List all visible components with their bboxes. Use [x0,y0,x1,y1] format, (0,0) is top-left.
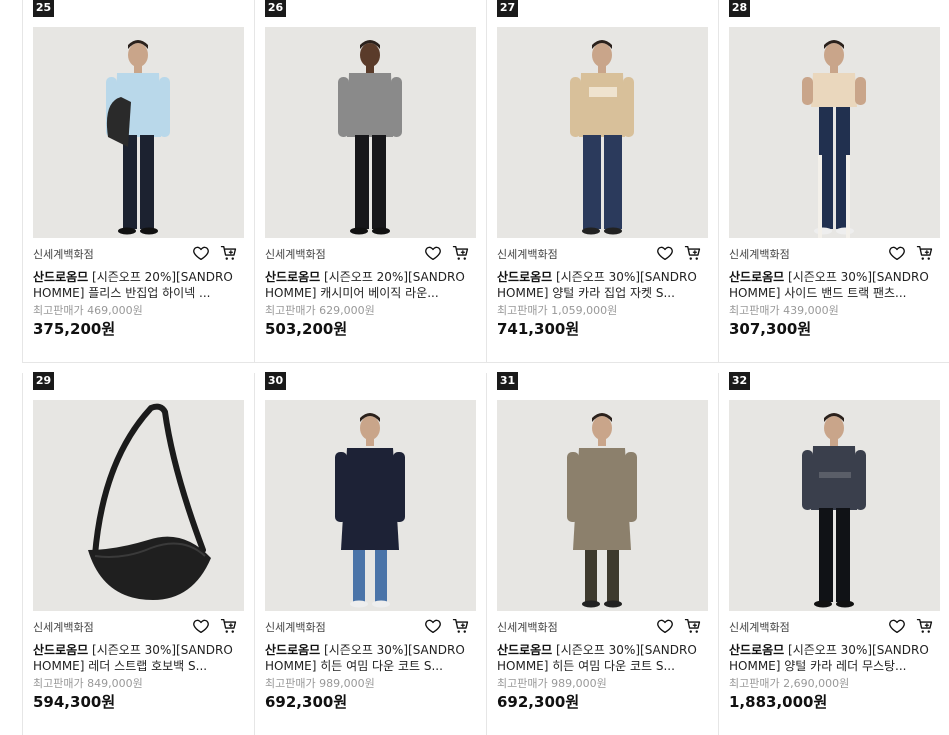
product-card[interactable]: 26 신세계백화점산드로옴므 [시즌오프 20%][SANDRO HOMME] 캐… [254,0,486,363]
store-name: 신세계백화점 [265,248,326,261]
original-price: 최고판매가 629,000원 [265,304,375,317]
product-title[interactable]: 산드로옴므 [시즌오프 30%][SANDRO HOMME] 양털 카라 레더 … [729,642,929,674]
original-price: 최고판매가 989,000원 [265,677,375,690]
cart-icon[interactable] [684,244,702,262]
product-image[interactable] [265,400,476,611]
rank-badge: 32 [729,372,750,390]
brand-name: 산드로옴므 [729,270,785,284]
product-card[interactable]: 25 신세계백화점산드로옴므 [시즌오프 20%][SANDRO HOMME] 플… [22,0,254,363]
rank-badge: 28 [729,0,750,17]
store-name: 신세계백화점 [729,248,790,261]
product-grid: 25 신세계백화점 산드로옴므 [시즌오프 20%][SANDRO HOMME] 플… [22,0,949,735]
product-card[interactable]: 30 신세계백화점산드로옴므 [시즌오프 30%][SANDRO HOMME] 히… [254,372,486,735]
product-title[interactable]: 산드로옴므 [시즌오프 30%][SANDRO HOMME] 사이드 밴드 트랙… [729,269,929,301]
original-price: 최고판매가 1,059,000원 [497,304,618,317]
original-price: 최고판매가 469,000원 [33,304,143,317]
cart-icon[interactable] [220,244,238,262]
product-title[interactable]: 산드로옴므 [시즌오프 20%][SANDRO HOMME] 캐시미어 베이직 … [265,269,465,301]
store-name: 신세계백화점 [497,248,558,261]
sale-price: 692,300원 [265,693,348,711]
rank-badge: 27 [497,0,518,17]
rank-badge: 31 [497,372,518,390]
heart-icon[interactable] [424,617,442,635]
brand-name: 산드로옴므 [729,643,785,657]
brand-name: 산드로옴므 [265,270,321,284]
product-title[interactable]: 산드로옴므 [시즌오프 30%][SANDRO HOMME] 히든 여밈 다운 … [497,642,697,674]
brand-name: 산드로옴므 [265,643,321,657]
brand-name: 산드로옴므 [497,643,553,657]
original-price: 최고판매가 2,690,000원 [729,677,850,690]
sale-price: 594,300원 [33,693,116,711]
product-title[interactable]: 산드로옴므 [시즌오프 30%][SANDRO HOMME] 양털 카라 집업 … [497,269,697,301]
store-name: 신세계백화점 [729,621,790,634]
original-price: 최고판매가 439,000원 [729,304,839,317]
store-name: 신세계백화점 [497,621,558,634]
product-image[interactable] [33,400,244,611]
store-name: 신세계백화점 [33,248,94,261]
cart-icon[interactable] [220,617,238,635]
product-image[interactable] [729,27,940,238]
brand-name: 산드로옴므 [33,270,89,284]
heart-icon[interactable] [192,244,210,262]
product-image[interactable] [265,27,476,238]
product-card[interactable]: 27 신세계백화점산드로옴므 [시즌오프 30%][SANDRO HOMME] 양… [486,0,718,363]
product-card[interactable]: 28 신세계백화점산드로옴므 [시즌오프 30%][SANDRO HOMME] 사… [718,0,949,363]
product-card[interactable]: 31 신세계백화점산드로옴므 [시즌오프 30%][SANDRO HOMME] 히… [486,372,718,735]
cart-icon[interactable] [684,617,702,635]
heart-icon[interactable] [888,244,906,262]
rank-badge: 26 [265,0,286,17]
original-price: 최고판매가 849,000원 [33,677,143,690]
brand-name: 산드로옴므 [33,643,89,657]
product-title[interactable]: 산드로옴므 [시즌오프 30%][SANDRO HOMME] 히든 여밈 다운 … [265,642,465,674]
rank-badge: 25 [33,0,54,17]
original-price: 최고판매가 989,000원 [497,677,607,690]
product-image[interactable] [33,27,244,238]
product-image[interactable] [497,27,708,238]
product-card[interactable]: 29 신세계백화점산드로옴므 [시즌오프 30%][SANDRO HOMME] 레… [22,372,254,735]
sale-price: 307,300원 [729,320,812,338]
sale-price: 375,200원 [33,320,116,338]
sale-price: 741,300원 [497,320,580,338]
sale-price: 1,883,000원 [729,693,828,711]
heart-icon[interactable] [192,617,210,635]
store-name: 신세계백화점 [33,621,94,634]
cart-icon[interactable] [452,244,470,262]
rank-badge: 30 [265,372,286,390]
brand-name: 산드로옴므 [497,270,553,284]
product-image[interactable] [729,400,940,611]
sale-price: 692,300원 [497,693,580,711]
product-image[interactable] [497,400,708,611]
cart-icon[interactable] [452,617,470,635]
heart-icon[interactable] [656,244,674,262]
product-title[interactable]: 산드로옴므 [시즌오프 20%][SANDRO HOMME] 플리스 반집업 하… [33,269,233,301]
heart-icon[interactable] [888,617,906,635]
heart-icon[interactable] [424,244,442,262]
cart-icon[interactable] [916,244,934,262]
rank-badge: 29 [33,372,54,390]
product-card[interactable]: 32 신세계백화점산드로옴므 [시즌오프 30%][SANDRO HOMME] 양… [718,372,949,735]
store-name: 신세계백화점 [265,621,326,634]
product-title[interactable]: 산드로옴므 [시즌오프 30%][SANDRO HOMME] 레더 스트랩 호보… [33,642,233,674]
sale-price: 503,200원 [265,320,348,338]
cart-icon[interactable] [916,617,934,635]
heart-icon[interactable] [656,617,674,635]
